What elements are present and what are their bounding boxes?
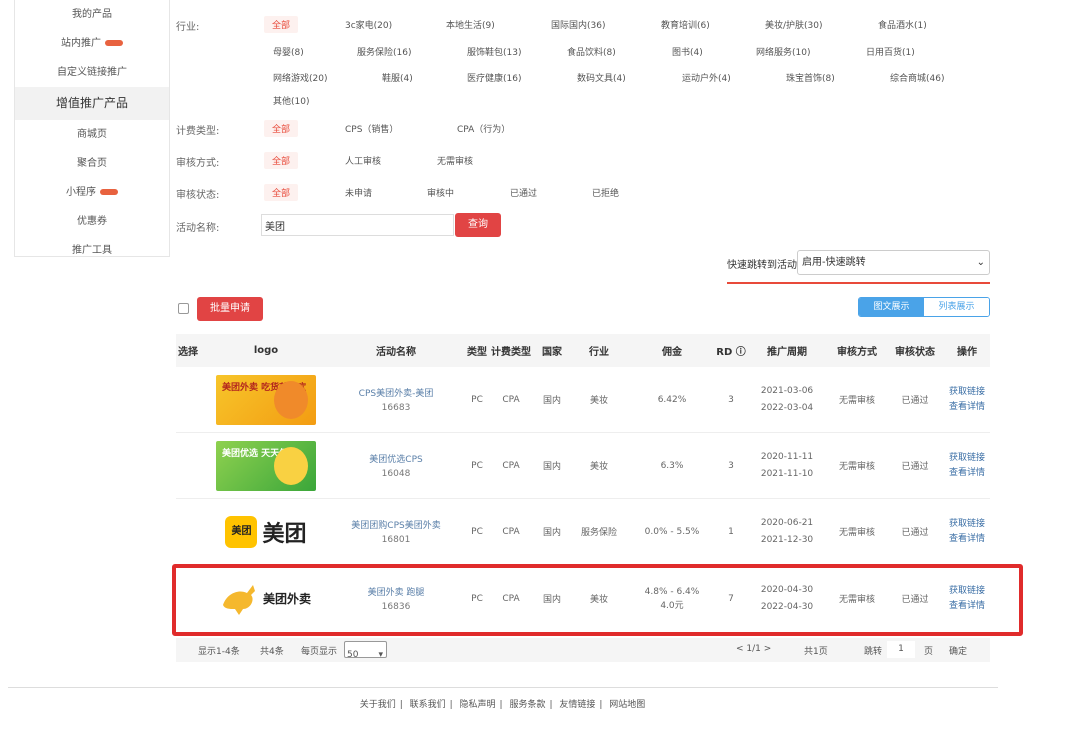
sidebar-item-my-products[interactable]: 我的产品 (15, 0, 169, 29)
pagination: 显示1-4条 共4条 每页显示 50 ▾ < 1/1 > 共1页 跳转 1 页 确… (176, 638, 990, 662)
table-row: 美团 美团 美团团购CPS美团外卖 16801 PC CPA 国内 服务保险 0.… (176, 499, 990, 565)
sidebar: 我的产品 站内推广 自定义链接推广 增值推广产品 商城页 聚合页 小程序 优惠券… (14, 0, 170, 257)
footer-link[interactable]: 关于我们 (360, 700, 396, 710)
page-nav[interactable]: < 1/1 > (736, 644, 771, 654)
industry-option[interactable]: 食品饮料(8) (567, 45, 616, 58)
billing-label: 计费类型: (176, 126, 220, 137)
chevron-down-icon: ⌄ (976, 257, 985, 268)
status-option[interactable]: 审核中 (427, 186, 454, 199)
divider (727, 282, 990, 284)
view-details-link[interactable]: 查看详情 (944, 400, 990, 415)
chevron-down-icon: ▾ (378, 650, 383, 660)
footer-link[interactable]: 服务条款 (509, 700, 545, 710)
tab-list-view[interactable]: 列表展示 (924, 298, 989, 316)
industry-option[interactable]: 鞋服(4) (382, 71, 413, 84)
sidebar-item-custom-link[interactable]: 自定义链接推广 (15, 58, 169, 87)
search-button[interactable]: 查询 (455, 213, 501, 237)
highlight-box (172, 564, 1023, 636)
get-link-button[interactable]: 获取链接 (944, 517, 990, 532)
new-badge (100, 189, 118, 195)
industry-option[interactable]: 医疗健康(16) (467, 71, 521, 84)
activity-name-input[interactable]: 美团 (261, 214, 454, 236)
confirm-button[interactable]: 确定 (949, 644, 967, 657)
footer-link[interactable]: 隐私声明 (460, 700, 496, 710)
get-link-button[interactable]: 获取链接 (944, 385, 990, 400)
view-toggle: 图文展示 列表展示 (858, 297, 990, 317)
sidebar-item-mall-page[interactable]: 商城页 (15, 120, 169, 149)
sidebar-item-aggregate-page[interactable]: 聚合页 (15, 149, 169, 178)
status-option[interactable]: 全部 (264, 184, 299, 201)
per-page-select[interactable]: 50 ▾ (344, 641, 387, 660)
industry-option[interactable]: 图书(4) (672, 45, 703, 58)
quick-jump-label: 快速跳转到活动: (727, 260, 801, 271)
batch-apply-button[interactable]: 批量申请 (197, 297, 263, 321)
sidebar-item-value-added[interactable]: 增值推广产品 (15, 87, 169, 120)
industry-option[interactable]: 本地生活(9) (446, 18, 495, 31)
industry-option[interactable]: 教育培训(6) (661, 18, 710, 31)
table-row: 美团外卖 吃货节狂欢 CPS美团外卖-美团 16683 PC CPA 国内 美妆 … (176, 367, 990, 433)
industry-option[interactable]: 日用百货(1) (866, 45, 915, 58)
select-all-checkbox[interactable] (178, 303, 189, 314)
name-label: 活动名称: (176, 223, 220, 234)
industry-option[interactable]: 服务保险(16) (357, 45, 411, 58)
industry-option[interactable]: 3c家电(20) (345, 18, 392, 31)
billing-option[interactable]: 全部 (264, 120, 299, 137)
divider (8, 687, 998, 688)
footer-link[interactable]: 联系我们 (410, 700, 446, 710)
footer-link[interactable]: 网站地图 (609, 700, 645, 710)
industry-option[interactable]: 网络游戏(20) (273, 71, 327, 84)
activity-name-link[interactable]: CPS美团外卖-美团 (326, 386, 466, 399)
industry-option[interactable]: 运动户外(4) (682, 71, 731, 84)
activity-logo[interactable]: 美团外卖 吃货节狂欢 (216, 374, 316, 425)
view-details-link[interactable]: 查看详情 (944, 466, 990, 481)
industry-option[interactable]: 母婴(8) (273, 45, 304, 58)
audit-option[interactable]: 全部 (264, 152, 299, 169)
get-link-button[interactable]: 获取链接 (944, 451, 990, 466)
industry-option[interactable]: 服饰鞋包(13) (467, 45, 521, 58)
status-option[interactable]: 已拒绝 (592, 186, 619, 199)
status-option[interactable]: 未申请 (345, 186, 372, 199)
audit-option[interactable]: 人工审核 (345, 154, 381, 167)
industry-option[interactable]: 美妆/护肤(30) (765, 18, 823, 31)
page-number-input[interactable]: 1 (887, 641, 915, 658)
table-header: 选择 logo 活动名称 类型 计费类型 国家 行业 佣金 RD ⓘ 推广周期 … (176, 334, 990, 367)
status-label: 审核状态: (176, 190, 220, 201)
sidebar-item-onsite-promotion[interactable]: 站内推广 (15, 29, 169, 58)
footer-links: 关于我们 | 联系我们 | 隐私声明 | 服务条款 | 友情链接 | 网站地图 (359, 700, 646, 710)
industry-option[interactable]: 食品酒水(1) (878, 18, 927, 31)
activity-logo[interactable]: 美团优选 天天低价 (216, 440, 316, 491)
help-icon[interactable]: ⓘ (732, 347, 746, 358)
industry-option[interactable]: 其他(10) (273, 94, 309, 107)
new-badge (105, 40, 123, 46)
sidebar-item-mini-program[interactable]: 小程序 (15, 178, 169, 207)
sidebar-item-tools[interactable]: 推广工具 (15, 236, 169, 265)
status-option[interactable]: 已通过 (510, 186, 537, 199)
activity-name-link[interactable]: 美团团购CPS美团外卖 (326, 518, 466, 531)
industry-label: 行业: (176, 22, 200, 33)
activity-name-link[interactable]: 美团优选CPS (326, 452, 466, 465)
audit-option[interactable]: 无需审核 (437, 154, 473, 167)
audit-label: 审核方式: (176, 158, 220, 169)
tab-image-view[interactable]: 图文展示 (859, 298, 924, 316)
table-row: 美团优选 天天低价 美团优选CPS 16048 PC CPA 国内 美妆 6.3%… (176, 433, 990, 499)
industry-option[interactable]: 国际国内(36) (551, 18, 605, 31)
industry-option[interactable]: 全部 (264, 16, 299, 33)
billing-option[interactable]: CPS（销售） (345, 122, 398, 135)
industry-option[interactable]: 数码文具(4) (577, 71, 626, 84)
quick-jump-select[interactable]: 启用-快速跳转 ⌄ (797, 250, 990, 275)
industry-option[interactable]: 网络服务(10) (756, 45, 810, 58)
footer-link[interactable]: 友情链接 (559, 700, 595, 710)
industry-option[interactable]: 珠宝首饰(8) (786, 71, 835, 84)
industry-option[interactable]: 综合商城(46) (890, 71, 944, 84)
meituan-logo[interactable]: 美团 美团 (225, 515, 307, 548)
billing-option[interactable]: CPA（行为） (457, 122, 510, 135)
view-details-link[interactable]: 查看详情 (944, 532, 990, 547)
sidebar-item-coupons[interactable]: 优惠券 (15, 207, 169, 236)
